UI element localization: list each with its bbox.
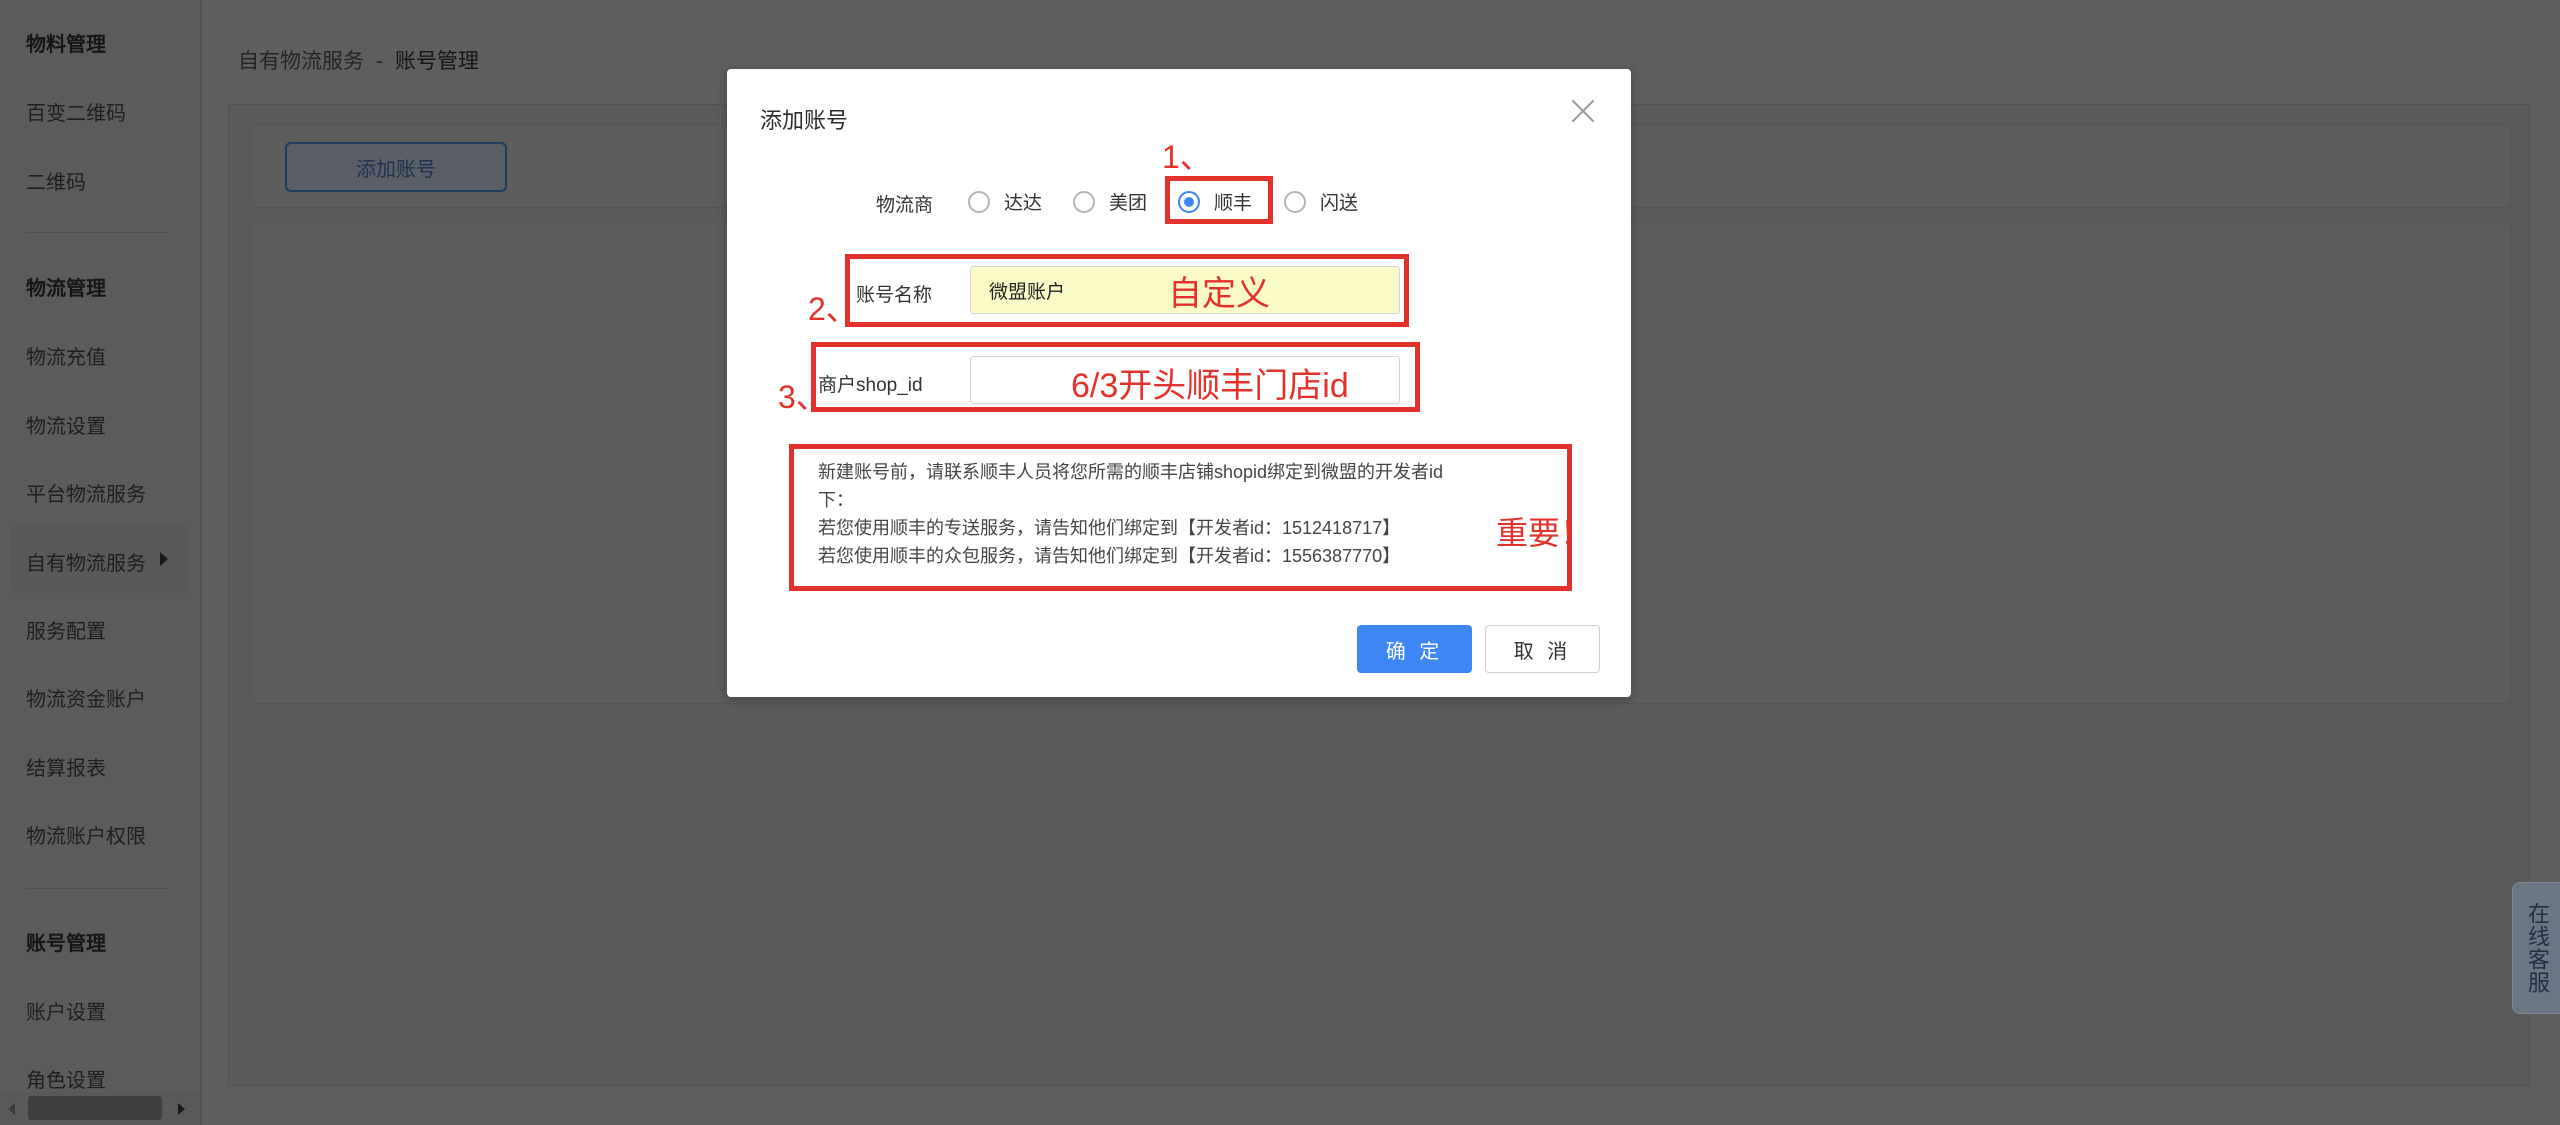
breadcrumb-current: 账号管理 — [395, 50, 479, 73]
breadcrumb: 自有物流服务 - 账号管理 — [238, 45, 479, 75]
sidebar-divider — [26, 232, 168, 233]
scroll-right-icon[interactable] — [178, 1103, 185, 1115]
radio-label: 达达 — [1004, 193, 1043, 214]
breadcrumb-separator: - — [376, 50, 383, 73]
sidebar: 物料管理 百变二维码 二维码 物流管理 物流充值 物流设置 平台物流服务 自有物… — [0, 0, 202, 1125]
annotation-box-provider — [1165, 176, 1273, 224]
provider-label: 物流商 — [876, 195, 934, 216]
sidebar-item-logistics-settings[interactable]: 物流设置 — [26, 410, 106, 439]
sidebar-item-role-settings[interactable]: 角色设置 — [26, 1064, 106, 1093]
confirm-button[interactable]: 确 定 — [1357, 625, 1472, 673]
sidebar-item-platform-logistics[interactable]: 平台物流服务 — [26, 478, 146, 507]
sidebar-item-settlement-report[interactable]: 结算报表 — [26, 752, 106, 781]
caret-right-icon — [160, 552, 168, 566]
sidebar-item-qrcode[interactable]: 二维码 — [26, 166, 86, 195]
sidebar-item-variable-qrcode[interactable]: 百变二维码 — [26, 97, 126, 126]
sidebar-divider — [26, 888, 168, 889]
sidebar-item-logistics-recharge[interactable]: 物流充值 — [26, 341, 106, 370]
breadcrumb-parent[interactable]: 自有物流服务 — [238, 50, 364, 73]
sidebar-item-account-permissions[interactable]: 物流账户权限 — [26, 820, 146, 849]
annotation-step-2: 2、 — [808, 291, 858, 327]
sidebar-section-materials[interactable]: 物料管理 — [26, 28, 106, 57]
radio-label: 美团 — [1109, 193, 1148, 214]
radio-circle-icon[interactable] — [1284, 190, 1306, 213]
radio-shansong[interactable]: 闪送 — [1284, 188, 1358, 215]
sidebar-item-service-config[interactable]: 服务配置 — [26, 615, 106, 644]
sidebar-item-fund-account[interactable]: 物流资金账户 — [26, 683, 146, 712]
radio-label: 闪送 — [1320, 193, 1359, 214]
radio-circle-icon[interactable] — [1073, 190, 1095, 213]
cancel-button[interactable]: 取 消 — [1485, 625, 1600, 673]
sidebar-item-account-settings[interactable]: 账户设置 — [26, 996, 106, 1025]
sidebar-item-own-logistics[interactable]: 自有物流服务 — [26, 547, 146, 576]
radio-dada[interactable]: 达达 — [968, 188, 1042, 215]
radio-circle-icon[interactable] — [968, 190, 990, 213]
annotation-step-1: 1、 — [1162, 139, 1212, 175]
sidebar-horizontal-scrollbar[interactable] — [0, 1092, 200, 1125]
add-account-button[interactable]: 添加账号 — [285, 142, 507, 192]
radio-meituan[interactable]: 美团 — [1073, 188, 1147, 215]
annotation-box-account-name — [845, 254, 1409, 327]
annotation-custom: 自定义 — [1168, 275, 1270, 313]
sidebar-section-logistics[interactable]: 物流管理 — [26, 272, 106, 301]
online-service-button[interactable]: 在线客服 — [2512, 882, 2560, 1014]
annotation-shop-id-hint: 6/3开头顺丰门店id — [1071, 367, 1349, 405]
annotation-step-3: 3、 — [778, 379, 828, 415]
scroll-thumb[interactable] — [28, 1096, 162, 1120]
annotation-important: 重要！ — [1496, 515, 1593, 551]
modal-title: 添加账号 — [760, 108, 849, 133]
online-service-label: 在线客服 — [2525, 902, 2550, 994]
annotation-box-notice — [789, 444, 1572, 591]
scroll-left-icon[interactable] — [8, 1103, 15, 1115]
close-icon[interactable] — [1567, 95, 1599, 127]
sidebar-section-accounts[interactable]: 账号管理 — [26, 927, 106, 956]
